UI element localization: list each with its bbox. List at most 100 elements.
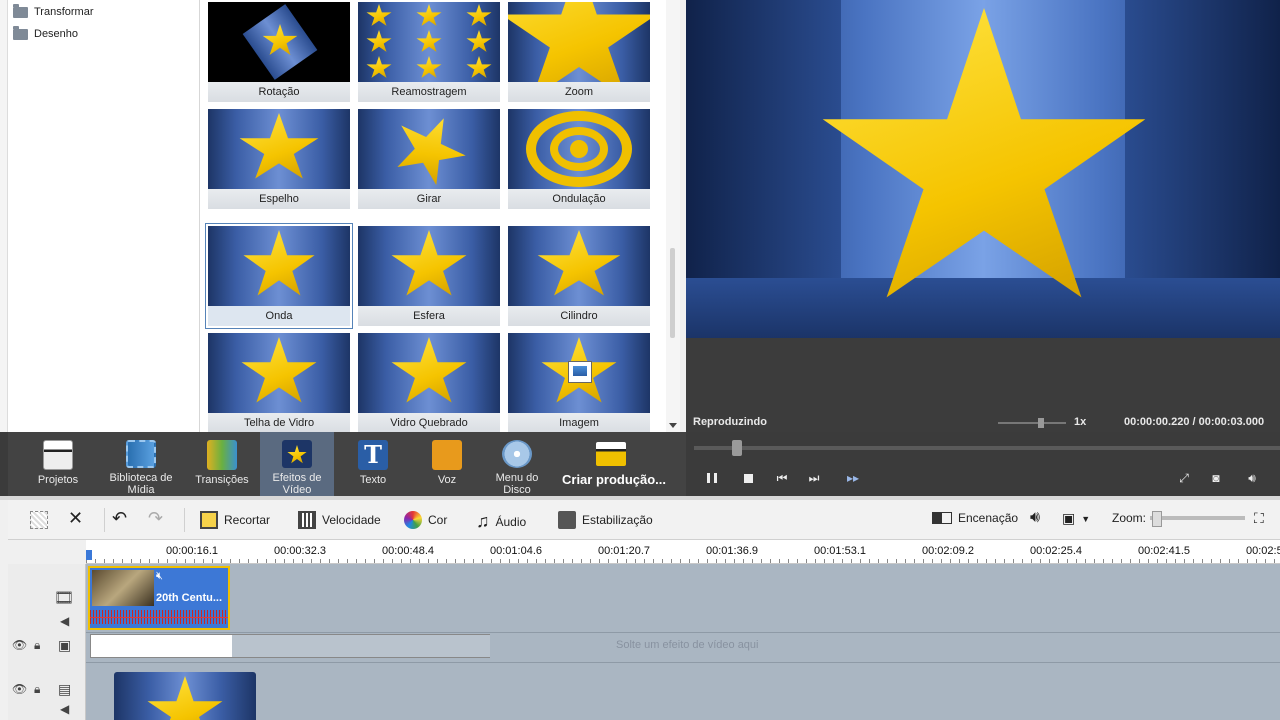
fit-zoom-button[interactable]: ⛶ xyxy=(1254,510,1264,527)
ruler-tick: 00:01:53.1 xyxy=(814,545,866,557)
effect-thumbnail xyxy=(208,109,350,189)
effect-tile-espelho[interactable]: Espelho xyxy=(208,109,350,209)
mixer-icon: 🔊︎ xyxy=(1030,509,1041,526)
effect-tile-imagem[interactable]: Imagem xyxy=(508,333,650,432)
menu-disco-button[interactable]: Menu do Disco xyxy=(490,432,544,496)
effect-tile-girar[interactable]: Girar xyxy=(358,109,500,209)
velocidade-button[interactable]: Velocidade xyxy=(298,511,381,529)
seek-bar[interactable] xyxy=(694,440,1280,456)
scrollbar-thumb[interactable] xyxy=(670,248,675,338)
tree-edge xyxy=(0,0,8,432)
disc-icon xyxy=(502,440,532,468)
delete-button[interactable]: ✕ xyxy=(68,508,83,529)
play-range-button[interactable]: ▸▸ xyxy=(842,470,864,486)
effect-label: Rotação xyxy=(208,82,350,102)
projetos-button[interactable]: Projetos xyxy=(30,432,86,496)
lock-icon[interactable]: 🔒︎ xyxy=(34,682,40,697)
stop-button[interactable] xyxy=(740,470,756,486)
effect-tile-reamostragem[interactable]: Reamostragem xyxy=(358,2,500,102)
seek-knob[interactable] xyxy=(732,440,742,456)
speed-icon xyxy=(298,511,316,529)
image-icon xyxy=(568,361,592,383)
effect-drop-zone-fill xyxy=(232,635,490,657)
encenacao-button[interactable]: Encenação xyxy=(932,511,1018,525)
close-icon: ✕ xyxy=(68,508,84,528)
eye-icon[interactable]: 👁︎ xyxy=(12,682,27,696)
effect-label: Girar xyxy=(358,189,500,209)
tree-item-desenho[interactable]: Desenho xyxy=(13,25,78,43)
effect-tile-onda[interactable]: Onda xyxy=(205,223,353,329)
estabilizacao-button[interactable]: Estabilização xyxy=(558,511,653,529)
snapshot-button[interactable]: ◙ xyxy=(1208,470,1224,486)
voz-button[interactable]: Voz xyxy=(420,432,474,496)
effect-tile-ondulacao[interactable]: Ondulação xyxy=(508,109,650,209)
ruler-tick: 00:00:16.1 xyxy=(166,545,218,557)
speed-slider[interactable] xyxy=(998,418,1066,428)
effect-label: Zoom xyxy=(508,82,650,102)
effect-thumbnail xyxy=(508,109,650,189)
stop-icon xyxy=(743,473,753,483)
folder-icon xyxy=(13,25,28,40)
effect-tile-cilindro[interactable]: Cilindro xyxy=(508,226,650,326)
view-options-button[interactable]: ▣ ▼ xyxy=(1062,510,1090,527)
film-library-icon xyxy=(126,440,156,468)
effect-label: Ondulação xyxy=(508,189,650,209)
folder-icon xyxy=(13,3,28,18)
tree-item-transformar[interactable]: Transformar xyxy=(13,3,94,21)
pause-button[interactable] xyxy=(704,470,720,486)
cor-button[interactable]: Cor xyxy=(404,511,447,529)
playhead[interactable] xyxy=(86,550,92,560)
mute-icon[interactable]: ◀ xyxy=(60,702,69,716)
effect-track-icon: ▣ xyxy=(58,637,72,653)
timeline-tracks: 🔇︎ 20th Centu... Solte um efeito de víde… xyxy=(86,564,1280,720)
audio-mixer-button[interactable]: 🔊︎ xyxy=(1030,509,1040,527)
clip-thumbnail xyxy=(92,570,154,606)
biblioteca-button[interactable]: Biblioteca de Mídia xyxy=(104,432,178,496)
select-all-button[interactable] xyxy=(30,511,48,529)
effect-clip[interactable] xyxy=(114,672,256,720)
audio-button[interactable]: ♫ Áudio xyxy=(476,511,526,532)
effect-label: Cilindro xyxy=(508,306,650,326)
microphone-icon xyxy=(432,440,462,470)
lock-icon[interactable]: 🔒︎ xyxy=(34,638,40,653)
pause-icon xyxy=(707,473,717,483)
effect-thumbnail xyxy=(358,226,500,306)
recortar-button[interactable]: Recortar xyxy=(200,511,270,529)
camera-icon: ◙ xyxy=(1212,471,1220,485)
scroll-down-icon[interactable] xyxy=(669,423,677,428)
previous-button[interactable]: ⏮ xyxy=(774,470,790,486)
volume-button[interactable]: 🔊︎ xyxy=(1242,470,1262,486)
ruler-tick: 00:01:20.7 xyxy=(598,545,650,557)
mute-icon[interactable]: ◀ xyxy=(60,614,69,628)
effect-tile-telha-de-vidro[interactable]: Telha de Vidro xyxy=(208,333,350,432)
undo-button[interactable]: ↶ xyxy=(112,508,127,529)
texto-button[interactable]: T Texto xyxy=(346,432,400,496)
effect-label: Imagem xyxy=(508,413,650,432)
criar-producao-button[interactable]: Criar produção... xyxy=(562,472,666,487)
current-time: 00:00:00.220 xyxy=(1124,416,1190,428)
video-clip[interactable]: 🔇︎ 20th Centu... xyxy=(88,566,230,630)
fullscreen-icon: ⤢ xyxy=(1179,470,1189,485)
timeline-ruler[interactable]: 00:00:16.1 00:00:32.3 00:00:48.4 00:01:0… xyxy=(86,540,1280,564)
time-separator: / xyxy=(1192,416,1196,428)
effect-label: Espelho xyxy=(208,189,350,209)
effect-tile-zoom[interactable]: Zoom xyxy=(508,2,650,102)
effect-tile-rotacao[interactable]: Rotação xyxy=(208,2,350,102)
effects-scrollbar[interactable] xyxy=(666,0,680,432)
next-button[interactable]: ⏭ xyxy=(806,470,822,486)
selection-icon xyxy=(30,511,48,529)
effect-tile-vidro-quebrado[interactable]: Vidro Quebrado xyxy=(358,333,500,432)
clip-muted-icon: 🔇︎ xyxy=(156,570,163,582)
effect-tile-esfera[interactable]: Esfera xyxy=(358,226,500,326)
redo-button[interactable]: ↷ xyxy=(148,508,163,529)
track-headers: 🎞︎ ◀ 👁︎ 🔒︎ ▣ 👁︎ 🔒︎ ▤ ◀ xyxy=(8,564,86,720)
zoom-slider[interactable] xyxy=(1150,511,1245,527)
eye-icon[interactable]: 👁︎ xyxy=(12,638,27,652)
effects-grid: Rotação Reamostragem Zoom Espelho Girar … xyxy=(200,0,680,432)
playback-speed: 1x xyxy=(1074,416,1087,428)
transicoes-button[interactable]: Transições xyxy=(192,432,252,496)
ruler-tick: 00:02:09.2 xyxy=(922,545,974,557)
fullscreen-button[interactable]: ⤢ xyxy=(1176,470,1192,486)
chevron-down-icon: ▼ xyxy=(1081,513,1091,524)
efeitos-button[interactable]: Efeitos de Vídeo xyxy=(260,432,334,496)
